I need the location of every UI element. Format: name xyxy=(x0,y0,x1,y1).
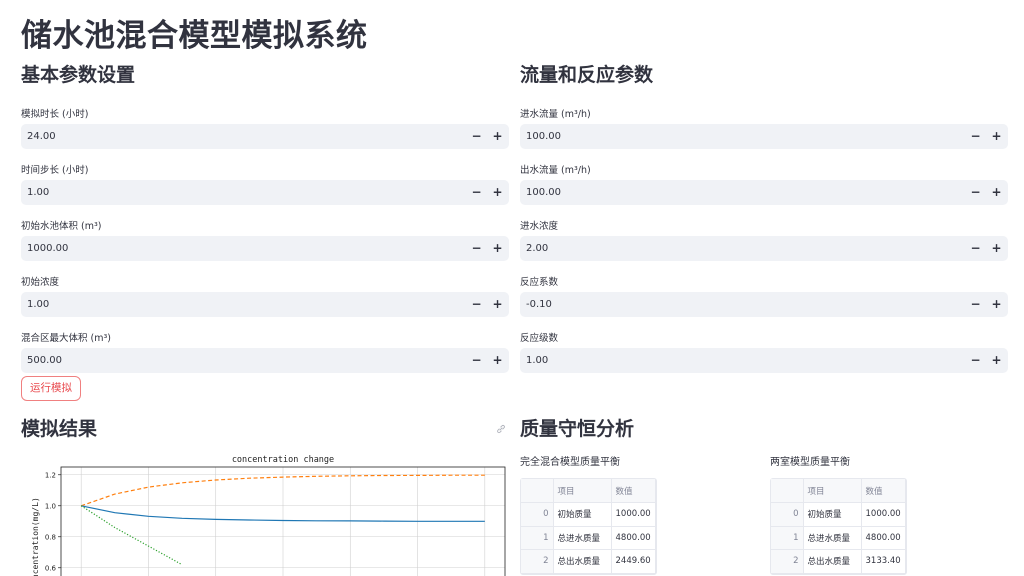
row-index: 2 xyxy=(521,549,554,574)
field-reaction-order: 反应级数 1.00 − + xyxy=(520,292,1008,373)
field-label: 进水浓度 xyxy=(520,221,559,232)
cell-item[interactable]: 初始质量 xyxy=(553,502,612,527)
column-header-item[interactable]: 项目 xyxy=(553,479,612,503)
table-row: 2 总出水质量 3133.40 xyxy=(771,549,906,574)
table1-caption: 完全混合模型质量平衡 xyxy=(520,457,620,468)
full-mix-balance-table[interactable]: 项目 数值 0 初始质量 1000.00 1 总进水质量 4800.00 2 总… xyxy=(520,478,657,575)
table-row: 0 初始质量 1000.00 xyxy=(521,502,656,527)
row-index: 2 xyxy=(771,549,804,574)
field-time-step: 时间步长 (小时) 1.00 − + xyxy=(21,124,509,205)
table-row: 2 总出水质量 2449.60 xyxy=(521,549,656,574)
row-index: 0 xyxy=(771,502,804,527)
index-header xyxy=(521,479,554,503)
field-initial-volume: 初始水池体积 (m³) 1000.00 − + xyxy=(21,180,509,261)
cell-item[interactable]: 总出水质量 xyxy=(803,549,862,574)
decrement-button[interactable]: − xyxy=(466,348,487,373)
table-row: 1 总进水质量 4800.00 xyxy=(521,526,656,550)
y-ticks: 1.2 1.0 0.8 0.6 xyxy=(45,471,61,572)
row-index: 0 xyxy=(521,502,554,527)
y-tick-label: 1.2 xyxy=(45,471,56,479)
run-simulation-button[interactable]: 运行模拟 xyxy=(21,376,81,401)
index-header xyxy=(771,479,804,503)
field-label: 进水流量 (m³/h) xyxy=(520,109,591,120)
field-label: 模拟时长 (小时) xyxy=(21,109,89,120)
cell-value[interactable]: 1000.00 xyxy=(611,502,656,527)
field-label: 初始水池体积 (m³) xyxy=(21,221,102,232)
table2-caption: 两室模型质量平衡 xyxy=(770,457,850,468)
cell-item[interactable]: 总出水质量 xyxy=(553,549,612,574)
field-mixing-zone-volume: 混合区最大体积 (m³) 500.00 − + xyxy=(21,292,509,373)
column-header-value[interactable]: 数值 xyxy=(861,479,906,503)
field-sim-duration: 模拟时长 (小时) 24.00 − + xyxy=(21,68,509,149)
field-outflow-rate: 出水流量 (m³/h) 100.00 − + xyxy=(520,124,1008,205)
results-title: 模拟结果 xyxy=(21,418,98,440)
basic-params-fields: 模拟时长 (小时) 24.00 − + 时间步长 (小时) 1.00 − + 初… xyxy=(21,68,509,373)
app-title: 储水池混合模型模拟系统 xyxy=(21,18,368,54)
table-header-row: 项目 数值 xyxy=(771,479,906,503)
cell-value[interactable]: 3133.40 xyxy=(861,549,906,574)
increment-button[interactable]: + xyxy=(986,348,1007,373)
flow-params-column: 流量和反应参数 进水流量 (m³/h) 100.00 − + 出水流量 (m³/… xyxy=(520,60,1008,373)
field-inflow-concentration: 进水浓度 2.00 − + xyxy=(520,180,1008,261)
input-value[interactable]: 1.00 xyxy=(526,348,548,373)
field-initial-concentration: 初始浓度 1.00 − + xyxy=(21,236,509,317)
row-index: 1 xyxy=(521,526,554,550)
basic-params-column: 基本参数设置 模拟时长 (小时) 24.00 − + 时间步长 (小时) 1.0… xyxy=(21,60,509,373)
field-label: 反应级数 xyxy=(520,333,559,344)
cell-item[interactable]: 初始质量 xyxy=(803,502,862,527)
chart-title: concentration change xyxy=(232,455,334,465)
mass-balance-title: 质量守恒分析 xyxy=(520,418,635,440)
flow-params-fields: 进水流量 (m³/h) 100.00 − + 出水流量 (m³/h) 100.0… xyxy=(520,68,1008,373)
field-reaction-coefficient: 反应系数 -0.10 − + xyxy=(520,236,1008,317)
table-row: 1 总进水质量 4800.00 xyxy=(771,526,906,550)
column-header-item[interactable]: 项目 xyxy=(803,479,862,503)
cell-value[interactable]: 4800.00 xyxy=(861,526,906,550)
cell-item[interactable]: 总进水质量 xyxy=(553,526,612,550)
increment-button[interactable]: + xyxy=(487,348,508,373)
cell-item[interactable]: 总进水质量 xyxy=(803,526,862,550)
link-icon[interactable] xyxy=(496,424,506,434)
field-label: 出水流量 (m³/h) xyxy=(520,165,591,176)
row-index: 1 xyxy=(771,526,804,550)
mixing-zone-volume-input[interactable]: 500.00 − + xyxy=(21,348,509,373)
y-tick-label: 0.6 xyxy=(45,564,57,572)
table-row: 0 初始质量 1000.00 xyxy=(771,502,906,527)
field-label: 反应系数 xyxy=(520,277,559,288)
two-zone-balance-table[interactable]: 项目 数值 0 初始质量 1000.00 1 总进水质量 4800.00 2 总… xyxy=(770,478,907,575)
cell-value[interactable]: 2449.60 xyxy=(611,549,656,574)
cell-value[interactable]: 1000.00 xyxy=(861,502,906,527)
field-label: 初始浓度 xyxy=(21,277,60,288)
concentration-chart: concentration change concentration(mg/L)… xyxy=(31,455,506,576)
field-inflow-rate: 进水流量 (m³/h) 100.00 − + xyxy=(520,68,1008,149)
y-axis-label: concentration(mg/L) xyxy=(31,497,40,576)
field-label: 混合区最大体积 (m³) xyxy=(21,333,111,344)
cell-value[interactable]: 4800.00 xyxy=(611,526,656,550)
y-tick-label: 1.0 xyxy=(45,502,56,510)
field-label: 时间步长 (小时) xyxy=(21,165,89,176)
column-header-value[interactable]: 数值 xyxy=(611,479,656,503)
input-value[interactable]: 500.00 xyxy=(27,348,62,373)
y-tick-label: 0.8 xyxy=(45,533,56,541)
reaction-order-input[interactable]: 1.00 − + xyxy=(520,348,1008,373)
table-header-row: 项目 数值 xyxy=(521,479,656,503)
decrement-button[interactable]: − xyxy=(965,348,986,373)
